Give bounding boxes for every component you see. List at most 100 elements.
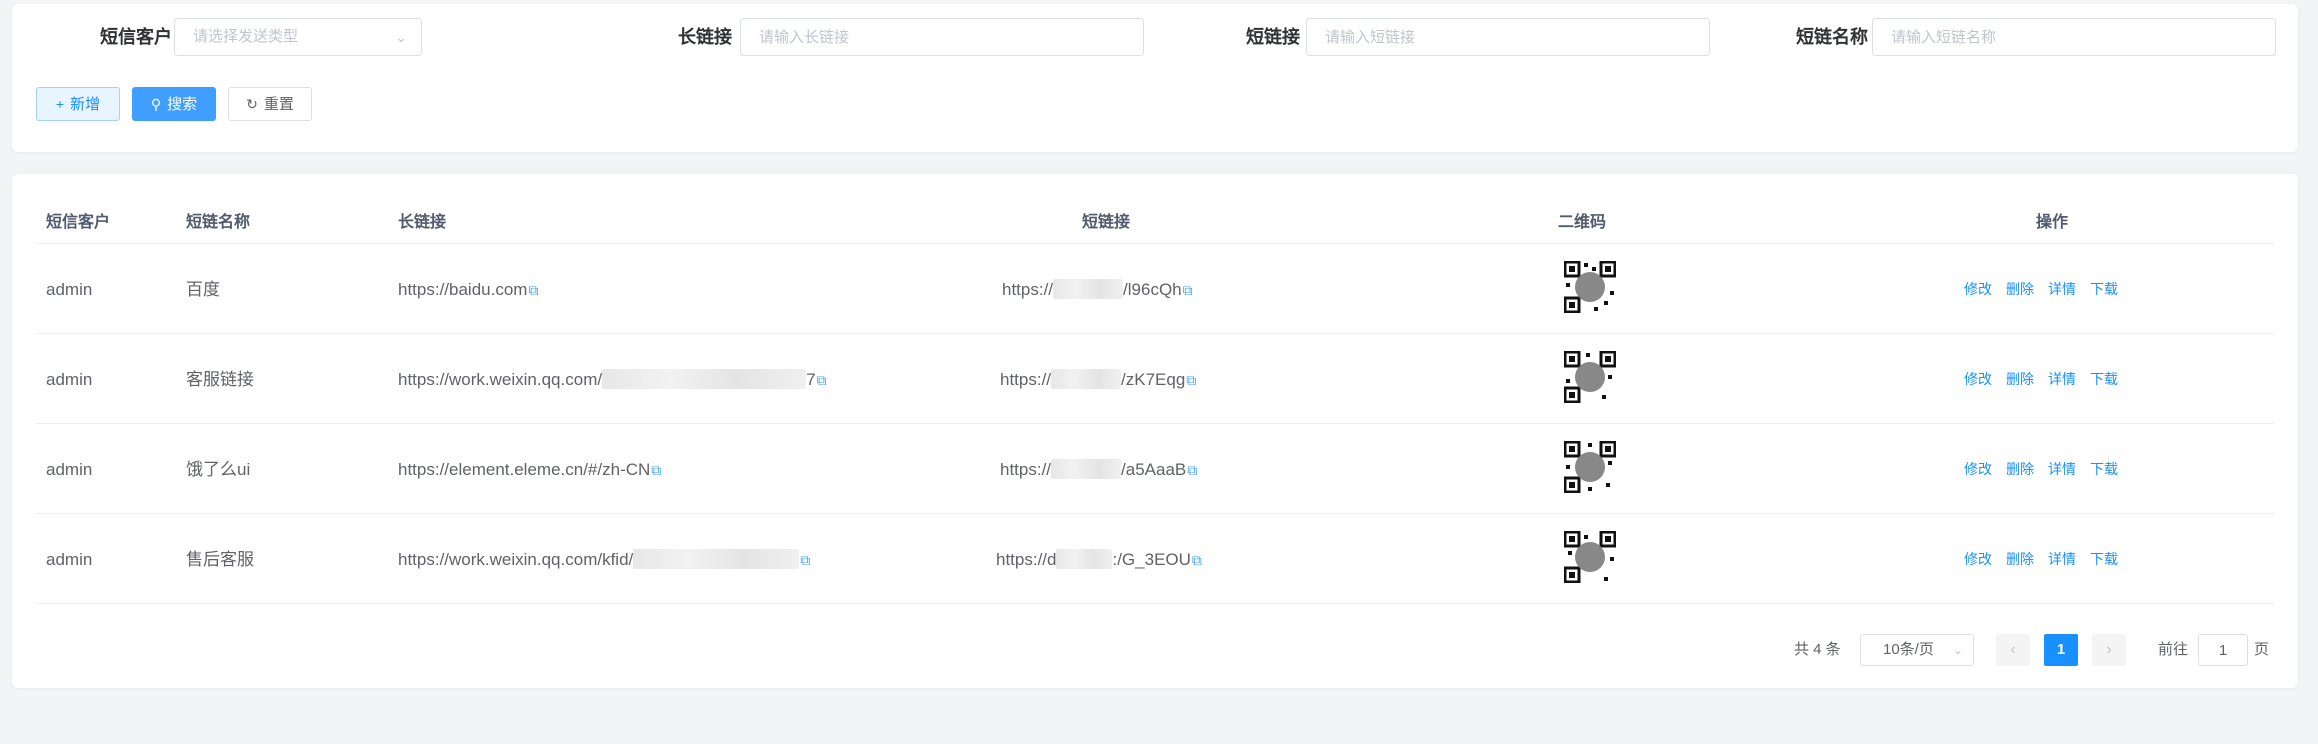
- chevron-down-icon: ⌄: [395, 29, 407, 45]
- goto-page-input[interactable]: [2198, 634, 2248, 666]
- copy-icon[interactable]: ⧉: [817, 372, 827, 388]
- delete-link[interactable]: 删除: [2006, 461, 2034, 477]
- pagination-total: 共 4 条: [1794, 641, 1841, 658]
- qrcode-image: [1564, 351, 1616, 403]
- chevron-right-icon: ›: [2106, 641, 2112, 658]
- prev-page-button[interactable]: ‹: [1996, 634, 2030, 666]
- customer-select[interactable]: 请选择发送类型 ⌄: [174, 18, 422, 56]
- short-name-label: 短链名称: [1796, 27, 1868, 47]
- cell-long-url: https://element.eleme.cn/#/zh-CN⧉: [398, 425, 661, 515]
- copy-icon[interactable]: ⧉: [1183, 282, 1193, 298]
- edit-link[interactable]: 修改: [1964, 371, 1992, 387]
- delete-link[interactable]: 删除: [2006, 551, 2034, 567]
- cell-name: 客服链接: [186, 370, 254, 389]
- short-url-label: 短链接: [1246, 27, 1300, 47]
- qrcode-image: [1564, 531, 1616, 583]
- goto-suffix: 页: [2254, 641, 2270, 658]
- redacted-block: [633, 549, 800, 569]
- copy-icon[interactable]: ⧉: [651, 462, 661, 478]
- table-panel: 短信客户 短链名称 长链接 短链接 二维码 操作 admin 百度 https:…: [12, 174, 2298, 688]
- short-name-input[interactable]: [1872, 18, 2276, 56]
- copy-icon[interactable]: ⧉: [1187, 462, 1197, 478]
- cell-customer: admin: [46, 550, 93, 569]
- redacted-block: [1056, 549, 1113, 569]
- edit-link[interactable]: 修改: [1964, 551, 1992, 567]
- column-header-name: 短链名称: [186, 214, 251, 231]
- detail-link[interactable]: 详情: [2048, 281, 2076, 297]
- column-header-customer: 短信客户: [46, 214, 111, 231]
- cell-name: 饿了么ui: [186, 460, 251, 479]
- long-url-label: 长链接: [678, 27, 732, 47]
- cell-short-url: https:// /a5AaaB⧉: [1000, 425, 1197, 515]
- edit-link[interactable]: 修改: [1964, 281, 1992, 297]
- page-size-select[interactable]: 10条/页 ⌄: [1860, 634, 1974, 666]
- copy-icon[interactable]: ⧉: [1192, 552, 1202, 568]
- redacted-block: [602, 369, 807, 389]
- column-header-short-url: 短链接: [1082, 214, 1131, 231]
- short-url-input[interactable]: [1306, 18, 1710, 56]
- short-url-prefix: https://: [1000, 460, 1052, 479]
- redacted-block: [1051, 459, 1122, 479]
- goto-prefix: 前往: [2158, 641, 2189, 658]
- copy-icon[interactable]: ⧉: [800, 552, 810, 568]
- download-link[interactable]: 下载: [2090, 281, 2118, 297]
- add-button-label: 新增: [70, 96, 101, 113]
- column-header-long-url: 长链接: [398, 214, 447, 231]
- detail-link[interactable]: 详情: [2048, 551, 2076, 567]
- download-link[interactable]: 下载: [2090, 551, 2118, 567]
- qrcode-image: [1564, 261, 1616, 313]
- column-header-actions: 操作: [2036, 214, 2069, 231]
- short-url-suffix: /a5AaaB: [1121, 460, 1187, 479]
- short-url-suffix: /l96cQh: [1123, 280, 1182, 299]
- refresh-icon: ↻: [246, 96, 258, 112]
- long-url-input[interactable]: [740, 18, 1144, 56]
- table-row: admin 客服链接 https://work.weixin.qq.com/7⧉…: [36, 335, 2274, 424]
- cell-long-url: https://work.weixin.qq.com/7⧉: [398, 335, 827, 425]
- table-row: admin 售后客服 https://work.weixin.qq.com/kf…: [36, 515, 2274, 604]
- cell-name: 百度: [186, 280, 220, 299]
- short-url-suffix: /zK7Eqg: [1121, 370, 1186, 389]
- plus-icon: +: [55, 96, 65, 112]
- cell-name: 售后客服: [186, 550, 254, 569]
- long-url-suffix: 7: [806, 370, 816, 389]
- search-button[interactable]: ⚲ 搜索: [132, 87, 216, 121]
- short-url-prefix: https://: [1000, 370, 1052, 389]
- copy-icon[interactable]: ⧉: [1186, 372, 1196, 388]
- redacted-block: [1051, 369, 1122, 389]
- table-row: admin 百度 https://baidu.com⧉ https:///l96…: [36, 245, 2274, 334]
- customer-label: 短信客户: [100, 27, 172, 47]
- row-actions: 修改 删除 详情 下载: [1964, 245, 2132, 334]
- reset-button-label: 重置: [263, 96, 294, 113]
- next-page-button[interactable]: ›: [2092, 634, 2126, 666]
- copy-icon[interactable]: ⧉: [528, 282, 538, 298]
- cell-short-url: https:// /l96cQh⧉: [1002, 245, 1193, 335]
- search-icon: ⚲: [150, 96, 162, 112]
- page-number-current[interactable]: 1: [2044, 634, 2078, 666]
- cell-customer: admin: [46, 370, 93, 389]
- long-url-text: https://work.weixin.qq.com/kfid/: [398, 550, 634, 569]
- detail-link[interactable]: 详情: [2048, 371, 2076, 387]
- search-button-label: 搜索: [167, 96, 198, 113]
- download-link[interactable]: 下载: [2090, 461, 2118, 477]
- reset-button[interactable]: ↻ 重置: [228, 87, 312, 121]
- delete-link[interactable]: 删除: [2006, 371, 2034, 387]
- add-button[interactable]: + 新增: [36, 87, 120, 121]
- cell-short-url: https://d :/G_3EOU⧉: [996, 515, 1202, 605]
- download-link[interactable]: 下载: [2090, 371, 2118, 387]
- long-url-text: https://work.weixin.qq.com/: [398, 370, 603, 389]
- column-header-qrcode: 二维码: [1558, 214, 1607, 231]
- short-url-prefix: https://d: [996, 550, 1057, 569]
- table-row: admin 饿了么ui https://element.eleme.cn/#/z…: [36, 425, 2274, 514]
- edit-link[interactable]: 修改: [1964, 461, 1992, 477]
- qrcode-image: [1564, 441, 1616, 493]
- search-panel: 短信客户 请选择发送类型 ⌄ 长链接 短链接 短链名称 + 新增 ⚲ 搜索 ↻ 重置: [12, 4, 2298, 152]
- cell-customer: admin: [46, 280, 93, 299]
- table-header: 短信客户 短链名称 长链接 短链接 二维码 操作: [36, 202, 2274, 244]
- short-url-suffix: :/G_3EOU: [1112, 550, 1191, 569]
- page-size-value: 10条/页: [1883, 641, 1934, 658]
- detail-link[interactable]: 详情: [2048, 461, 2076, 477]
- chevron-down-icon: ⌄: [1952, 643, 1963, 657]
- delete-link[interactable]: 删除: [2006, 281, 2034, 297]
- long-url-text: https://element.eleme.cn/#/zh-CN: [398, 460, 651, 479]
- cell-customer: admin: [46, 460, 93, 479]
